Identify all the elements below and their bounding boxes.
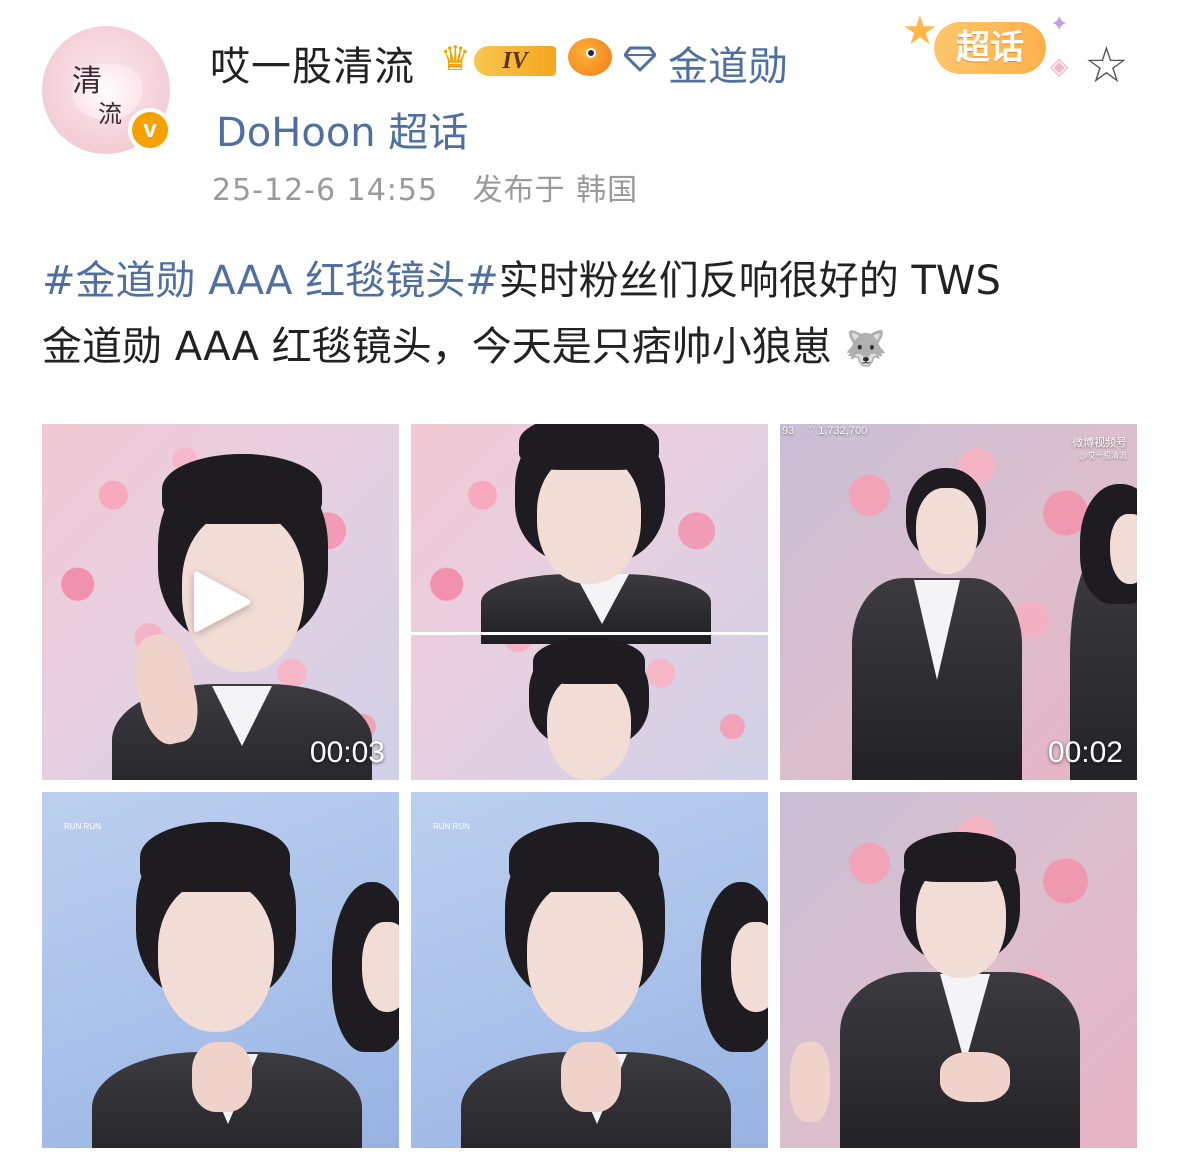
media-item-image[interactable] [780, 792, 1137, 1148]
media-item-image[interactable] [411, 424, 768, 780]
topic-link[interactable]: 金道勋 [668, 34, 788, 92]
hand-figure [940, 1052, 1010, 1102]
media-item-video[interactable]: 93 ♡ 1,732,700 微博视频号 @哎一股清流 00:02 [780, 424, 1137, 780]
video-duration: 00:02 [1047, 736, 1123, 769]
media-grid: 00:03 93 ♡ 1,732,700 微博视频号 @哎一股清流 00:02 … [42, 424, 1138, 1148]
like-count: 1,732,700 [818, 425, 868, 437]
media-item-image[interactable]: RUN RUN [411, 792, 768, 1148]
hand-figure [561, 1042, 621, 1112]
chaohua-badge[interactable]: ★ 超话 ✦ ◈ [900, 8, 1076, 88]
post-text-line2: 金道勋 AAA 红毯镜头，今天是只痞帅小狼崽 [42, 324, 832, 370]
hand-figure [192, 1042, 252, 1112]
location: 发布于 韩国 [472, 173, 639, 208]
play-icon[interactable] [190, 566, 254, 638]
watermark-label: 微博视频号 [1072, 436, 1127, 449]
supertopic-link[interactable]: DoHoon 超话 [216, 100, 468, 158]
username[interactable]: 哎一股清流 [210, 34, 415, 92]
fish-icon[interactable] [568, 38, 612, 76]
watermark: RUN RUN [64, 822, 101, 831]
star-wand-icon: ★ [902, 8, 938, 54]
post-text: #金道勋 AAA 红毯镜头#实时粉丝们反响很好的 TWS 金道勋 AAA 红毯镜… [42, 248, 1142, 382]
image-divider [411, 632, 768, 635]
avatar-text-top: 清 [72, 64, 104, 99]
fish-eye [586, 48, 596, 58]
chaohua-label: 超话 [934, 22, 1046, 74]
star-icon[interactable]: ☆ [1084, 40, 1129, 90]
weibo-post: 清 流 v 哎一股清流 ♛ IV 金道勋 ★ 超话 ✦ ◈ ☆ DoHoon 超… [0, 0, 1179, 1156]
video-stats: 93 ♡ 1,732,700 [782, 424, 867, 437]
view-count: 93 [782, 425, 795, 437]
watermark: RUN RUN [433, 822, 470, 831]
timestamp: 25-12-6 14:55 [212, 173, 439, 208]
diamond-icon [624, 46, 656, 72]
tag-icon: ◈ [1050, 52, 1069, 80]
wolf-emoji: 🐺 [844, 329, 887, 369]
watermark: 微博视频号 @哎一股清流 [1072, 434, 1127, 461]
level-badge[interactable]: ♛ IV [440, 40, 558, 78]
hand-figure [790, 1042, 830, 1122]
verified-badge: v [128, 108, 172, 152]
level-label: IV [474, 46, 556, 76]
media-item-image[interactable]: RUN RUN [42, 792, 399, 1148]
media-item-video[interactable]: 00:03 [42, 424, 399, 780]
post-meta: 25-12-6 14:55 发布于 韩国 [212, 165, 638, 209]
sparkle-icon: ✦ [1050, 12, 1069, 37]
video-duration: 00:03 [309, 736, 385, 769]
hashtag-link[interactable]: #金道勋 AAA 红毯镜头# [42, 258, 499, 304]
post-text-line1: 实时粉丝们反响很好的 TWS [498, 258, 1001, 304]
watermark-sub: @哎一股清流 [1079, 451, 1127, 460]
like-icon: ♡ [805, 425, 816, 437]
